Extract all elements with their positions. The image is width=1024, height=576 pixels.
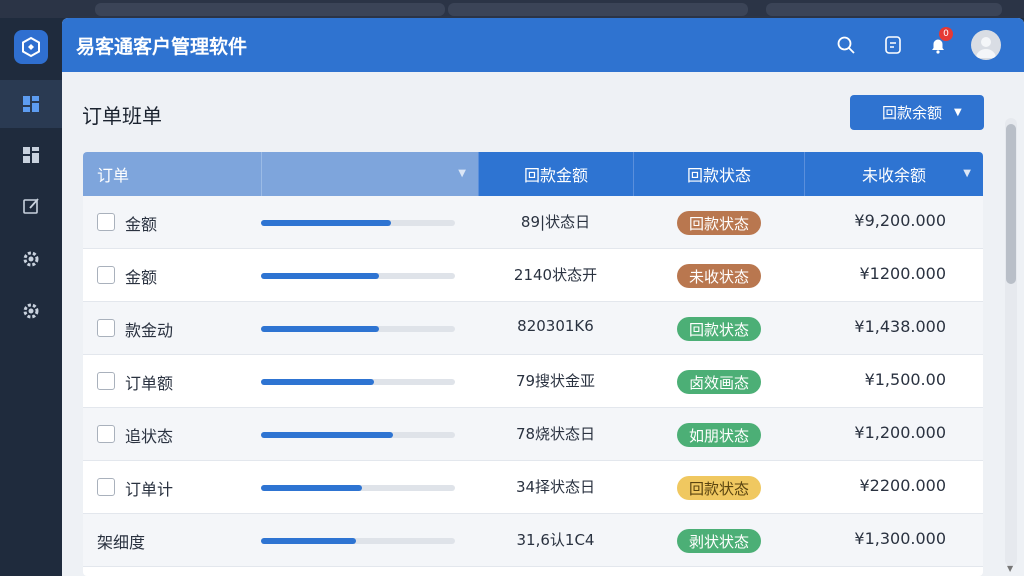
row-outstanding-amount: ¥1200.000: [859, 264, 946, 283]
column-header-progress[interactable]: ▼: [261, 152, 478, 196]
row-checkbox[interactable]: [97, 425, 115, 443]
chevron-down-icon: ▼: [458, 168, 466, 179]
vertical-scrollbar[interactable]: [1005, 118, 1017, 566]
table-row[interactable]: 金额 89|状态日 回款状态 ¥9,200.000: [83, 196, 983, 249]
sidebar-item-grid[interactable]: [0, 131, 62, 179]
row-name: 款金动: [125, 321, 174, 340]
row-progress-bar: [261, 220, 455, 226]
status-badge: 剥状状态: [677, 529, 761, 553]
row-progress-bar: [261, 538, 455, 544]
row-name: 金额: [125, 268, 158, 287]
scroll-down-arrow-icon[interactable]: ▼: [1007, 564, 1013, 573]
row-checkbox[interactable]: [97, 478, 115, 496]
row-payment-amount: 820301K6: [517, 317, 594, 335]
row-progress-fill: [261, 220, 391, 226]
sidebar-item-settings-2[interactable]: [0, 287, 62, 335]
chevron-down-icon: ▼: [963, 168, 971, 179]
row-outstanding-amount: ¥1,438.000: [854, 317, 946, 336]
balance-button-label: 回款余额: [882, 104, 943, 122]
table-row[interactable]: 订单计 34择状态日 回款状态 ¥2200.000: [83, 461, 983, 514]
orders-table: 订单 ▼ 回款金额 回款状态 未收余额 ▼ 金额 89|状态日 回款状态 ¥9,200…: [83, 152, 983, 576]
status-badge: 未收状态: [677, 264, 761, 288]
row-outstanding-amount: ¥1,200.000: [854, 423, 946, 442]
scrollbar-thumb[interactable]: [1006, 124, 1016, 284]
row-payment-amount: 79搜状金亚: [515, 372, 596, 390]
chevron-down-icon: ▼: [954, 107, 962, 118]
row-payment-amount: 78烧状态日: [515, 425, 596, 443]
column-header-order[interactable]: 订单: [83, 152, 261, 196]
sidebar: [0, 18, 62, 576]
title-bar: 易客通客户管理软件 0: [62, 18, 1024, 72]
app-title: 易客通客户管理软件: [76, 36, 248, 58]
row-outstanding-amount: ¥1,300.000: [854, 529, 946, 548]
row-checkbox[interactable]: [97, 213, 115, 231]
row-payment-amount: 2140状态开: [513, 266, 598, 284]
sidebar-item-dashboard[interactable]: [0, 80, 62, 128]
table-header: 订单 ▼ 回款金额 回款状态 未收余额 ▼: [83, 152, 983, 196]
dashboard-icon: [23, 96, 39, 112]
row-checkbox[interactable]: [97, 319, 115, 337]
row-name: 订单计: [125, 480, 174, 499]
row-checkbox[interactable]: [97, 266, 115, 284]
row-name: 架细度: [97, 533, 146, 552]
row-outstanding-amount: ¥9,200.000: [854, 211, 946, 230]
row-name: 金额: [125, 215, 158, 234]
row-payment-amount: 31,6认1C4: [516, 531, 595, 549]
table-row[interactable]: 订单额 79搜状金亚 卤效画态 ¥1,500.00: [83, 355, 983, 408]
status-badge: 回款状态: [677, 317, 761, 341]
table-row[interactable]: 款金动 820301K6 回款状态 ¥1,438.000: [83, 302, 983, 355]
status-badge: 如朋状态: [677, 423, 761, 447]
settings-icon: [23, 251, 39, 267]
row-payment-amount: 89|状态日: [520, 213, 591, 231]
row-name: 追状态: [125, 427, 174, 446]
row-outstanding-amount: ¥1,500.00: [864, 370, 946, 389]
row-payment-amount: 34择状态日: [515, 478, 596, 496]
sidebar-item-edit[interactable]: [0, 182, 62, 230]
message-icon[interactable]: [881, 33, 905, 57]
row-progress-fill: [261, 326, 380, 332]
row-progress-bar: [261, 326, 455, 332]
os-taskbar: [0, 0, 1024, 18]
page-title: 订单班单: [82, 104, 162, 128]
row-progress-bar: [261, 432, 455, 438]
row-checkbox[interactable]: [97, 372, 115, 390]
app-logo-icon: [14, 30, 48, 64]
table-row[interactable]: 架细度 31,6认1C4 剥状状态 ¥1,300.000: [83, 514, 983, 567]
user-avatar[interactable]: [971, 30, 1001, 60]
row-name: 订单额: [125, 374, 174, 393]
row-progress-bar: [261, 379, 455, 385]
row-progress-fill: [261, 485, 362, 491]
table-row[interactable]: 金额 2140状态开 未收状态 ¥1200.000: [83, 249, 983, 302]
app-window: 易客通客户管理软件 0 订单班单 回款余额 ▼ 订单 ▼ 回款金额 回款状态 未…: [62, 18, 1024, 576]
notification-badge: 0: [939, 27, 953, 41]
edit-icon: [23, 198, 39, 214]
column-header-payment-amount[interactable]: 回款金额: [478, 152, 633, 196]
status-badge: 回款状态: [677, 211, 761, 235]
row-progress-bar: [261, 273, 455, 279]
settings-icon: [23, 303, 39, 319]
column-header-payment-status[interactable]: 回款状态: [633, 152, 804, 196]
status-badge: 回款状态: [677, 476, 761, 500]
row-progress-fill: [261, 538, 357, 544]
table-row[interactable]: 追状态 78烧状态日 如朋状态 ¥1,200.000: [83, 408, 983, 461]
sidebar-item-settings[interactable]: [0, 235, 62, 283]
row-progress-fill: [261, 273, 380, 279]
column-header-outstanding-balance[interactable]: 未收余额 ▼: [804, 152, 983, 196]
row-outstanding-amount: ¥2200.000: [859, 476, 946, 495]
status-badge: 卤效画态: [677, 370, 761, 394]
balance-dropdown-button[interactable]: 回款余额 ▼: [850, 95, 984, 130]
row-progress-fill: [261, 432, 393, 438]
row-progress-fill: [261, 379, 374, 385]
row-progress-bar: [261, 485, 455, 491]
search-icon[interactable]: [834, 33, 858, 57]
grid-icon: [23, 147, 39, 163]
